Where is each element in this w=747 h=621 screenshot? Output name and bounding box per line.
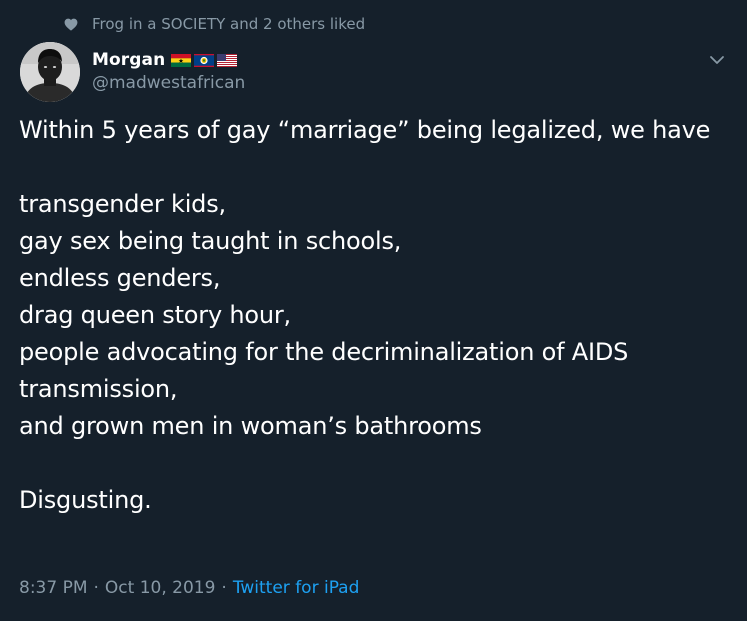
tweet-source-link[interactable]: Twitter for iPad — [233, 578, 360, 598]
tweet-text: Within 5 years of gay “marriage” being l… — [19, 116, 711, 514]
heart-icon — [64, 18, 78, 31]
tweet-date[interactable]: Oct 10, 2019 — [105, 578, 216, 598]
belize-flag-icon — [194, 53, 215, 67]
display-name[interactable]: Morgan — [92, 50, 165, 70]
social-context[interactable]: Frog in a SOCIETY and 2 others liked — [64, 14, 366, 34]
avatar-image — [20, 42, 80, 102]
author-handle[interactable]: @madwestafrican — [92, 73, 245, 93]
chevron-down-icon[interactable] — [707, 50, 727, 70]
meta-separator: · — [221, 578, 227, 598]
tweet-meta: 8:37 PM · Oct 10, 2019 · Twitter for iPa… — [19, 578, 359, 598]
avatar[interactable] — [20, 42, 80, 102]
us-flag-icon — [217, 53, 238, 67]
social-context-text: Frog in a SOCIETY and 2 others liked — [92, 15, 366, 33]
flag-emojis — [171, 53, 240, 67]
author-name-row[interactable]: Morgan — [92, 47, 240, 73]
ghana-flag-icon — [171, 53, 192, 67]
meta-separator: · — [93, 578, 99, 598]
tweet-time[interactable]: 8:37 PM — [19, 578, 88, 598]
